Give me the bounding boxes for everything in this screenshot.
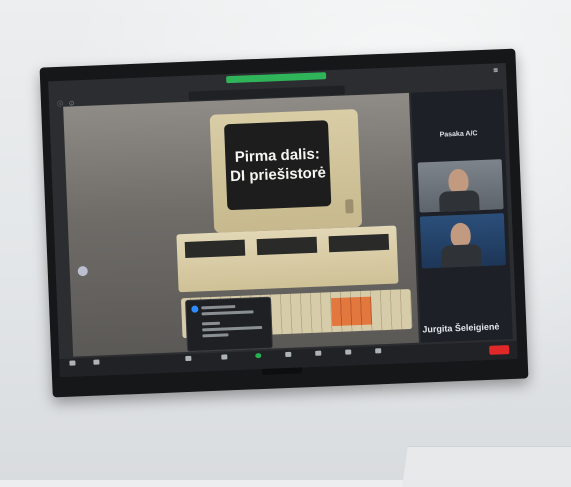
video-icon[interactable]: [89, 359, 103, 365]
chat-icon[interactable]: [217, 354, 231, 360]
participant-body: [441, 244, 482, 268]
retro-monitor-illustration: Pirma dalis: DI priešistorė: [210, 109, 363, 233]
participants-panel: Pasaka A/C Jurgita Šeleigienė: [411, 89, 513, 342]
slide-title-line2: DI priešistorė: [230, 163, 327, 186]
apps-icon[interactable]: [341, 349, 355, 355]
participant-body: [439, 190, 480, 212]
tv-display: ▦ ⓘ ⊙ Pirma dalis: DI priešistorė: [40, 49, 529, 398]
foreground-object: [402, 446, 571, 487]
drive-slot: [257, 237, 318, 255]
participant-face: [448, 169, 469, 194]
share-screen-icon[interactable]: [251, 353, 265, 359]
computer-base-illustration: [176, 225, 398, 292]
tv-logo-bar: [262, 367, 302, 375]
meeting-status-banner: [226, 72, 326, 83]
monitor-knob: [345, 199, 354, 213]
shared-content-control-icon[interactable]: [78, 266, 88, 276]
active-speaker-name: Jurgita Šeleigienė: [422, 321, 512, 335]
panel-header-name: Pasaka A/C: [412, 129, 504, 140]
drive-slot: [185, 240, 246, 258]
video-call-screen: ▦ ⓘ ⊙ Pirma dalis: DI priešistorė: [48, 63, 518, 377]
more-icon[interactable]: [371, 348, 385, 354]
slide-title-area: Pirma dalis: DI priešistorė: [224, 120, 331, 210]
participant-video-tile[interactable]: [420, 213, 506, 268]
drive-slot: [329, 234, 390, 252]
chat-text-line: [202, 310, 254, 315]
chat-text-line: [202, 326, 262, 331]
participants-icon[interactable]: [181, 356, 195, 362]
participant-video-tile[interactable]: [418, 159, 504, 212]
end-meeting-button[interactable]: [489, 345, 509, 355]
record-icon[interactable]: [281, 352, 295, 358]
chat-text-line: [202, 322, 220, 326]
view-icon[interactable]: ▦: [493, 67, 498, 73]
chat-avatar-icon: [191, 306, 198, 313]
reactions-icon[interactable]: [311, 350, 325, 356]
chat-text-line: [201, 305, 235, 309]
participant-face: [450, 223, 471, 248]
keyboard-keys-orange: [331, 297, 372, 327]
chat-notification-popup[interactable]: [185, 297, 273, 352]
chat-text-line: [202, 333, 228, 337]
mic-icon[interactable]: [65, 360, 79, 366]
